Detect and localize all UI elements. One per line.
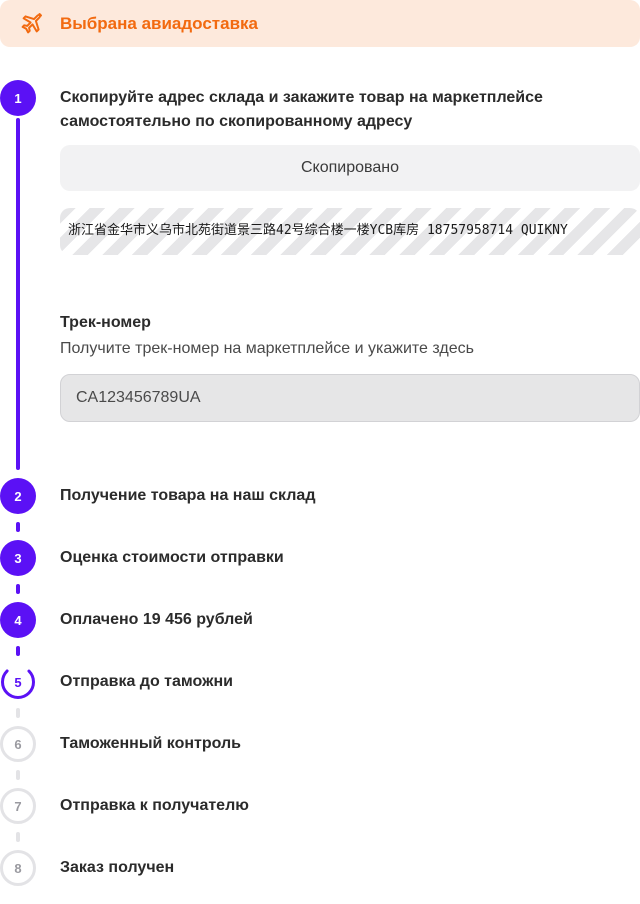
step-1-title-line-2: самостоятельно по скопированному адресу [60, 113, 413, 130]
step-number: 5 [14, 674, 22, 690]
step-8-title: Заказ получен [60, 859, 175, 876]
step-1-progress-line [16, 118, 20, 470]
step-1-indicator: 1 [0, 80, 36, 116]
step-5-indicator: 5 [0, 664, 36, 700]
step-4-indicator: 4 [0, 602, 36, 638]
step-connector [16, 708, 20, 718]
step-connector [16, 646, 20, 656]
track-number-title: Трек-номер [60, 314, 151, 331]
delivery-type-banner: Выбрана авиадоставка [0, 0, 640, 47]
step-1-title-line-1: Скопируйте адрес склада и закажите товар… [60, 89, 543, 106]
step-6-title: Таможенный контроль [60, 735, 241, 752]
warehouse-address-box[interactable]: 浙江省金华市义乌市北苑街道景三路42号综合楼一楼YCB库房 1875795871… [60, 208, 640, 255]
step-8-indicator: 8 [0, 850, 36, 886]
step-2-indicator: 2 [0, 478, 36, 514]
step-3-indicator: 3 [0, 540, 36, 576]
step-number: 2 [14, 488, 22, 504]
step-number: 7 [14, 798, 22, 814]
banner-label: Выбрана авиадоставка [60, 14, 258, 33]
track-number-input[interactable] [60, 374, 640, 422]
step-2-title: Получение товара на наш склад [60, 487, 316, 504]
step-connector [16, 770, 20, 780]
step-connector [16, 584, 20, 594]
track-number-hint: Получите трек-номер на маркетплейсе и ук… [60, 340, 474, 357]
step-number: 3 [14, 550, 22, 566]
warehouse-address-text: 浙江省金华市义乌市北苑街道景三路42号综合楼一楼YCB库房 1875795871… [68, 223, 568, 238]
step-number: 6 [14, 736, 22, 752]
step-connector [16, 522, 20, 532]
copy-address-button[interactable]: Скопировано [60, 145, 640, 191]
step-number: 1 [14, 90, 22, 106]
step-number: 4 [14, 612, 22, 628]
step-5-title: Отправка до таможни [60, 673, 233, 690]
step-7-indicator: 7 [0, 788, 36, 824]
airplane-icon [20, 12, 44, 36]
step-4-title: Оплачено 19 456 рублей [60, 611, 253, 628]
step-3-title: Оценка стоимости отправки [60, 549, 284, 566]
step-number: 8 [14, 860, 22, 876]
step-connector [16, 832, 20, 842]
step-6-indicator: 6 [0, 726, 36, 762]
step-1-title: Скопируйте адрес склада и закажите товар… [60, 86, 543, 134]
step-7-title: Отправка к получателю [60, 797, 249, 814]
